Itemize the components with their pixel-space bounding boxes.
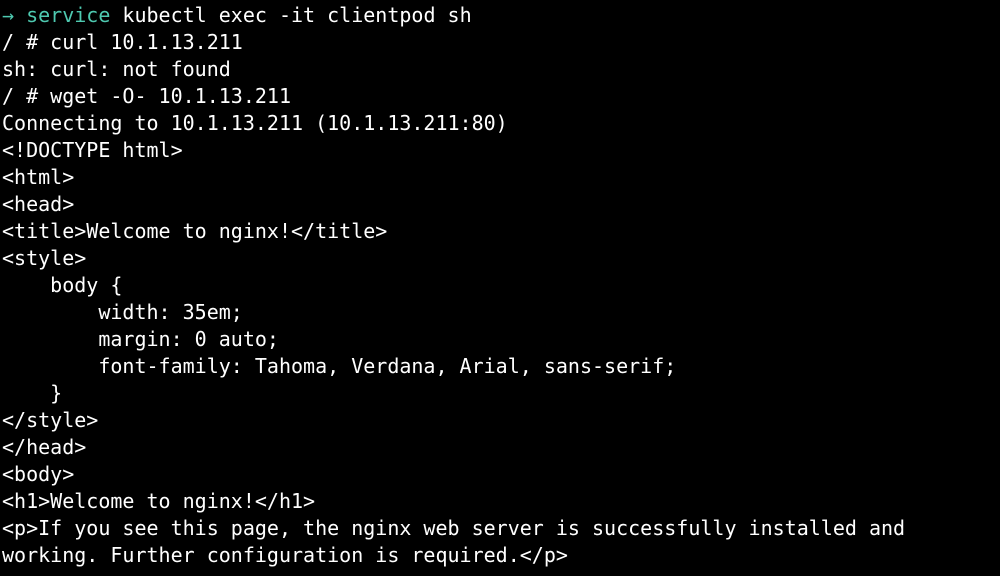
css-width: width: 35em; — [2, 299, 998, 326]
curl-error: sh: curl: not found — [2, 56, 998, 83]
wget-connecting: Connecting to 10.1.13.211 (10.1.13.211:8… — [2, 110, 998, 137]
style-close: </style> — [2, 407, 998, 434]
css-font-family: font-family: Tahoma, Verdana, Arial, san… — [2, 353, 998, 380]
html-open: <html> — [2, 164, 998, 191]
head-close: </head> — [2, 434, 998, 461]
terminal-window[interactable]: → service kubectl exec -it clientpod sh … — [2, 2, 998, 569]
css-body-close: } — [2, 380, 998, 407]
h1-tag: <h1>Welcome to nginx!</h1> — [2, 488, 998, 515]
kubectl-command: kubectl exec -it clientpod sh — [110, 3, 471, 27]
prompt-arrow-icon: → — [2, 3, 26, 27]
p-tag-line1: <p>If you see this page, the nginx web s… — [2, 515, 998, 542]
head-open: <head> — [2, 191, 998, 218]
title-tag: <title>Welcome to nginx!</title> — [2, 218, 998, 245]
shell-prompt-wget: / # wget -O- 10.1.13.211 — [2, 83, 998, 110]
prompt-directory: service — [26, 3, 110, 27]
style-open: <style> — [2, 245, 998, 272]
css-margin: margin: 0 auto; — [2, 326, 998, 353]
command-line-1: → service kubectl exec -it clientpod sh — [2, 2, 998, 29]
p-tag-line2: working. Further configuration is requir… — [2, 542, 998, 569]
html-doctype: <!DOCTYPE html> — [2, 137, 998, 164]
css-body-open: body { — [2, 272, 998, 299]
body-open: <body> — [2, 461, 998, 488]
shell-prompt-curl: / # curl 10.1.13.211 — [2, 29, 998, 56]
